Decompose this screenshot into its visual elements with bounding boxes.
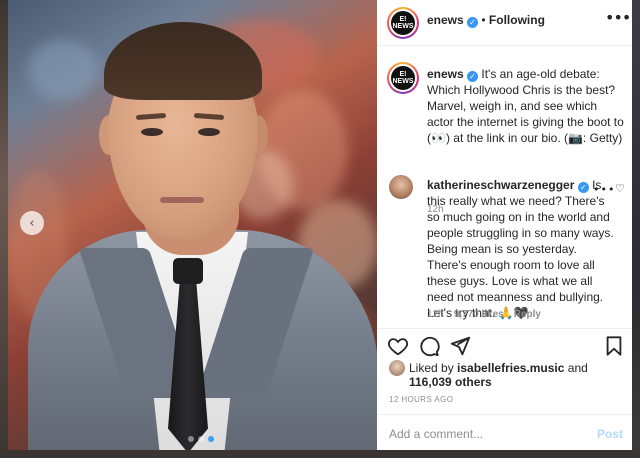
action-bar: Liked by isabellefries.music and 116,039… bbox=[377, 328, 632, 408]
bookmark-icon[interactable] bbox=[603, 335, 625, 357]
right-eye bbox=[198, 128, 220, 136]
likes-summary: Liked by isabellefries.music and 116,039… bbox=[389, 360, 588, 389]
commenter-username[interactable]: katherineschwarzenegger bbox=[427, 178, 574, 192]
liked-by-conj: and bbox=[567, 361, 588, 375]
enews-logo: E! NEWS bbox=[391, 66, 415, 90]
caption-avatar[interactable]: E! NEWS bbox=[387, 62, 419, 94]
post-header: E! NEWS enews ✓ • Following ••• bbox=[377, 0, 632, 46]
author-username[interactable]: enews bbox=[427, 13, 464, 27]
carousel-dot-active bbox=[208, 436, 214, 442]
backdrop-right bbox=[632, 0, 640, 458]
commenter-avatar[interactable] bbox=[389, 175, 413, 199]
comment-more-icon[interactable]: ••• bbox=[593, 183, 615, 196]
post-comment-button[interactable]: Post bbox=[597, 427, 623, 441]
share-icon[interactable] bbox=[449, 335, 471, 357]
carousel-prev-button[interactable]: ‹ bbox=[20, 211, 44, 235]
header-author-line: enews ✓ • Following bbox=[427, 13, 545, 28]
post-timestamp[interactable]: 12 HOURS AGO bbox=[389, 395, 453, 404]
backdrop-left bbox=[0, 0, 8, 458]
verified-badge-icon: ✓ bbox=[577, 182, 589, 193]
heart-icon[interactable] bbox=[387, 335, 409, 357]
verified-badge-icon: ✓ bbox=[467, 71, 479, 82]
add-comment-input[interactable] bbox=[389, 425, 579, 443]
bokeh-light bbox=[28, 40, 98, 100]
comment-likes[interactable]: 9,770 likes bbox=[454, 309, 504, 320]
liked-by-prefix: Liked by bbox=[409, 361, 454, 375]
carousel-dot bbox=[188, 436, 194, 442]
mouth bbox=[160, 197, 204, 203]
comment-timestamp[interactable]: 12h bbox=[427, 309, 444, 320]
comment-meta: 12h 9,770 likes Reply bbox=[427, 309, 541, 320]
author-avatar[interactable]: E! NEWS bbox=[387, 7, 419, 39]
post-photo[interactable]: ‹ bbox=[8, 0, 377, 450]
comment-like-heart-icon[interactable]: ♡ bbox=[615, 182, 625, 195]
post-panel: E! NEWS enews ✓ • Following ••• E! NEWS … bbox=[377, 0, 632, 450]
reply-button[interactable]: Reply bbox=[514, 309, 541, 320]
comment-text: Is this really what we need? There's so … bbox=[427, 178, 614, 320]
more-options-icon[interactable]: ••• bbox=[605, 8, 631, 27]
caption-body: enews ✓ It's an age-old debate: Which Ho… bbox=[427, 66, 627, 146]
following-button[interactable]: Following bbox=[489, 13, 545, 27]
likes-count[interactable]: 116,039 others bbox=[409, 375, 492, 389]
enews-logo: E! NEWS bbox=[391, 11, 415, 35]
carousel-dot bbox=[198, 436, 204, 442]
add-comment-bar: Post bbox=[377, 414, 632, 450]
liker-avatar[interactable] bbox=[389, 360, 405, 376]
verified-badge-icon: ✓ bbox=[467, 17, 479, 28]
comment-icon[interactable] bbox=[418, 335, 440, 357]
caption-username[interactable]: enews bbox=[427, 67, 464, 81]
separator-dot: • bbox=[481, 13, 486, 27]
chevron-left-icon: ‹ bbox=[29, 215, 35, 231]
carousel-indicator bbox=[188, 436, 214, 442]
comment-body: katherineschwarzenegger ✓ Is this really… bbox=[427, 177, 617, 321]
liker-username[interactable]: isabellefries.music bbox=[457, 361, 564, 375]
backdrop-bottom bbox=[0, 450, 640, 458]
left-eye bbox=[141, 128, 163, 136]
tie-knot bbox=[173, 258, 203, 284]
